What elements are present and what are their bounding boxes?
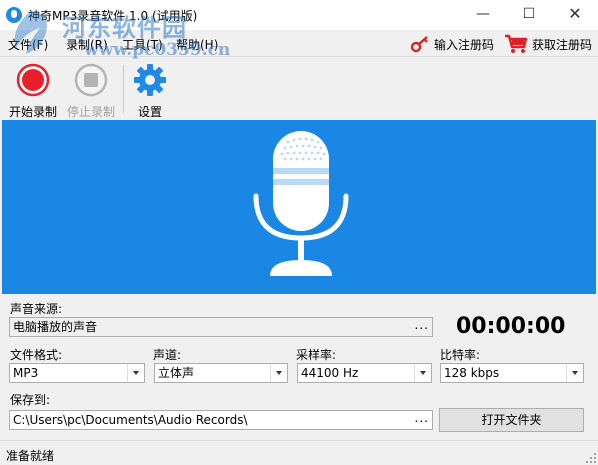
app-window: 神奇MP3录音软件 1.0 (试用版) — ☐ ✕ 文件(F) 录制(R) 工具… [0,0,598,465]
shopping-cart-icon [505,34,528,53]
channel-value: 立体声 [158,366,195,380]
bitrate-value: 128 kbps [444,366,500,380]
settings-button[interactable]: 设置 [120,61,180,119]
samplerate-select[interactable]: 44100 Hz [297,363,432,383]
record-icon [16,63,50,97]
menu-bar: 文件(F) 录制(R) 工具(T) 帮助(H) 输入注册码 获取注册码 [0,30,598,56]
record-timer: 00:00:00 [456,314,566,339]
chevron-down-icon [270,364,287,382]
open-folder-button[interactable]: 打开文件夹 [439,408,584,432]
samplerate-value: 44100 Hz [301,366,359,380]
chevron-down-icon [566,364,583,382]
chevron-down-icon [414,364,431,382]
stop-record-label: 停止录制 [66,105,115,119]
stop-record-button[interactable]: 停止录制 [61,61,121,119]
resize-grip-icon[interactable] [586,453,596,463]
enter-registration-code-link[interactable]: 输入注册码 [410,34,494,54]
save-path-value: C:\Users\pc\Documents\Audio Records\ [13,413,248,427]
channel-label: 声道: [153,348,182,362]
microphone-banner [2,120,596,294]
source-label: 声音来源: [10,302,63,316]
source-browse-button[interactable]: ... [415,316,429,334]
start-record-button[interactable]: 开始录制 [3,61,63,119]
menu-record[interactable]: 录制(R) [66,36,108,53]
stop-icon [74,63,108,97]
channel-select[interactable]: 立体声 [154,363,288,383]
source-value: 电脑播放的声音 [13,320,98,334]
save-label: 保存到: [10,393,51,407]
chevron-down-icon [127,364,144,382]
bitrate-select[interactable]: 128 kbps [440,363,584,383]
status-text: 准备就绪 [6,449,55,463]
format-value: MP3 [13,366,39,380]
close-button[interactable]: ✕ [552,0,598,30]
maximize-button[interactable]: ☐ [506,0,552,30]
save-path-browse-button[interactable]: ... [415,409,429,427]
window-title: 神奇MP3录音软件 1.0 (试用版) [28,9,198,23]
minimize-button[interactable]: — [460,0,506,30]
enter-registration-code-label: 输入注册码 [434,37,495,52]
get-registration-code-label: 获取注册码 [532,37,593,52]
settings-label: 设置 [137,105,162,119]
samplerate-label: 采样率: [296,348,337,362]
source-field[interactable]: 电脑播放的声音 ... [9,317,433,337]
settings-form: 声音来源: 电脑播放的声音 ... 00:00:00 文件格式: MP3 声道:… [0,294,598,440]
menu-tools[interactable]: 工具(T) [122,36,163,53]
app-icon [6,7,22,23]
menu-file[interactable]: 文件(F) [8,36,48,53]
status-bar: 准备就绪 [0,440,598,465]
title-bar: 神奇MP3录音软件 1.0 (试用版) — ☐ ✕ [0,0,598,30]
bitrate-label: 比特率: [440,348,481,362]
start-record-label: 开始录制 [8,105,57,119]
get-registration-code-link[interactable]: 获取注册码 [504,34,592,54]
toolbar: 开始录制 停止录制 设置 [0,56,598,119]
gear-icon [134,64,166,96]
menu-help[interactable]: 帮助(H) [176,36,218,53]
key-icon [410,36,428,53]
save-path-field[interactable]: C:\Users\pc\Documents\Audio Records\ ... [9,410,433,430]
microphone-icon [253,131,349,276]
format-label: 文件格式: [10,348,63,362]
format-select[interactable]: MP3 [9,363,145,383]
